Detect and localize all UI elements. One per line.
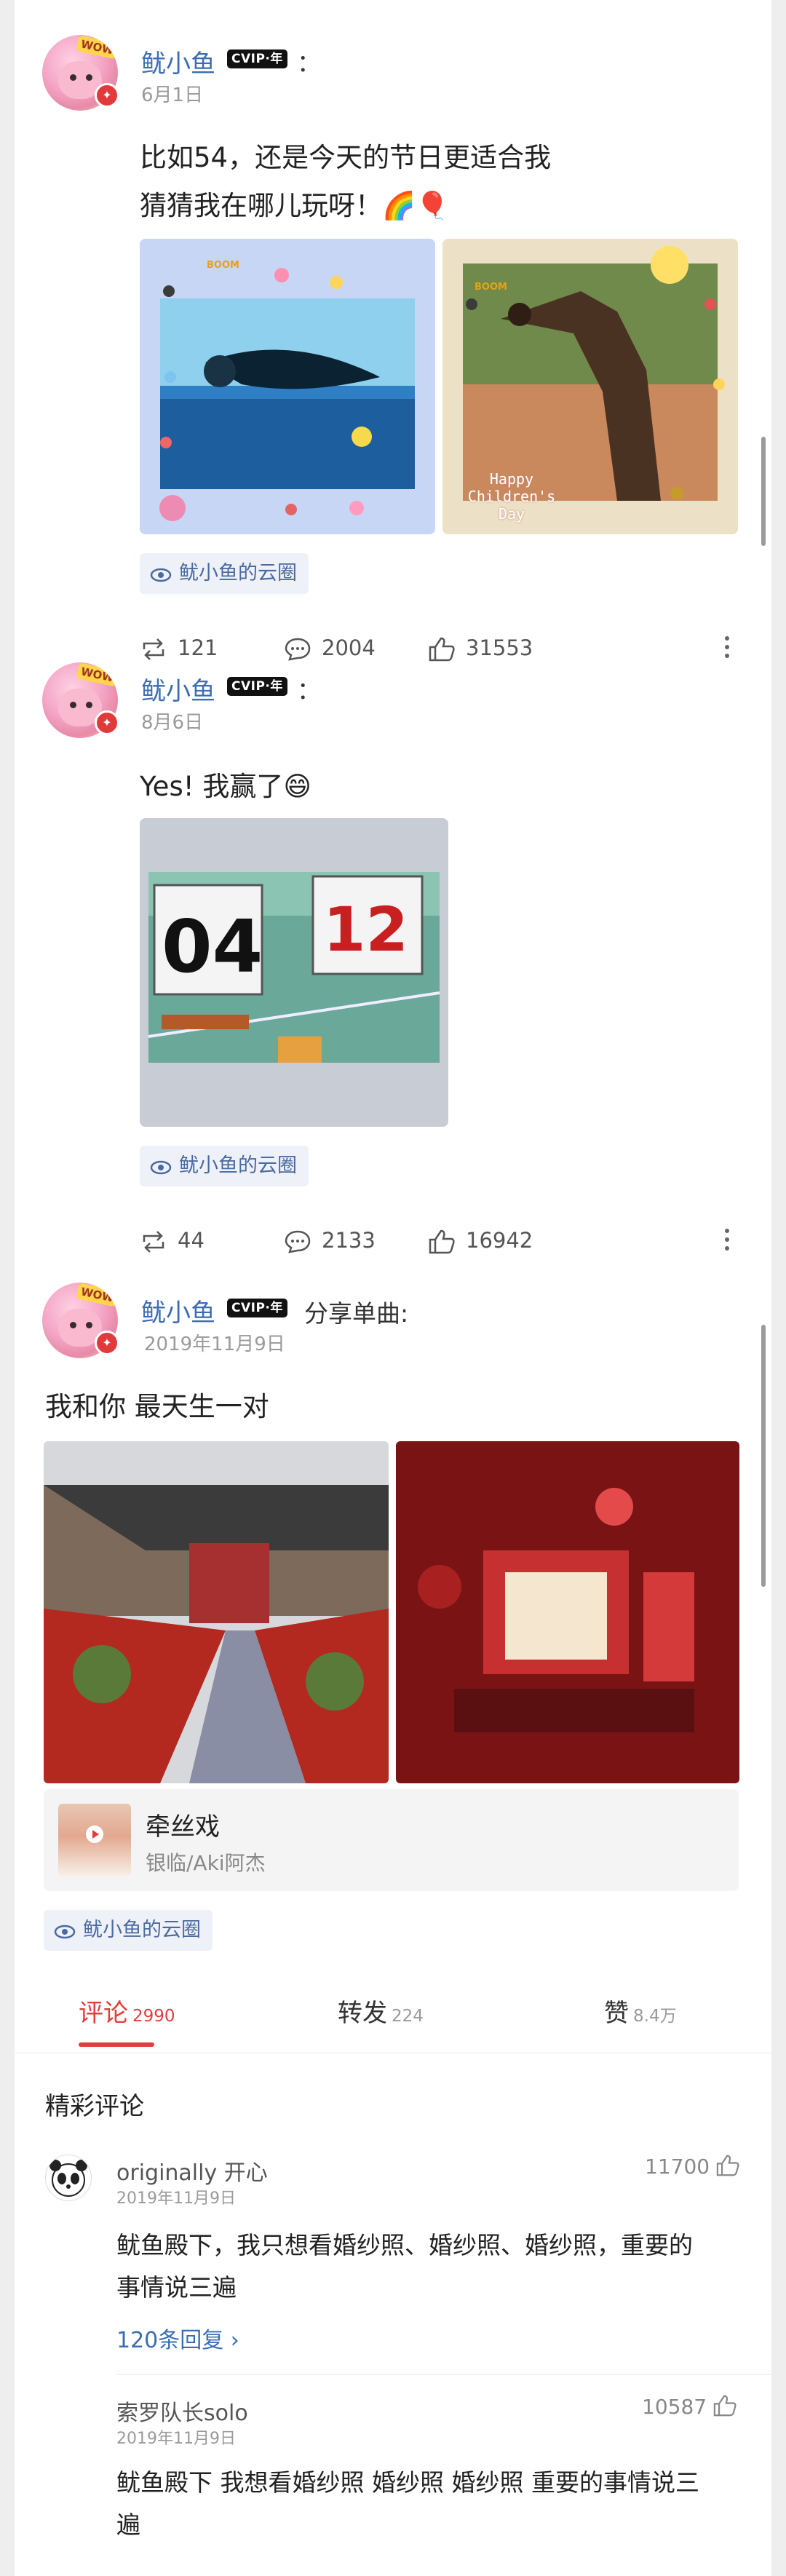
post-suffix: ：	[297, 49, 321, 77]
comment-author[interactable]: originally 开心	[116, 2155, 268, 2187]
comment-text-line: 事情说三遍	[116, 2273, 237, 2302]
post-text-line: 猜猜我在哪儿玩呀！🌈🎈	[140, 190, 450, 221]
post-text-line: Yes! 我赢了😄	[140, 771, 311, 802]
author-name[interactable]: 鱿小鱼	[141, 1293, 215, 1328]
view-replies-link[interactable]: 120条回复 ›	[116, 2322, 239, 2354]
svg-text:BOOM: BOOM	[207, 260, 239, 271]
circle-tag[interactable]: 鱿小鱼的云圈	[140, 553, 309, 594]
vip-badge: CVIP·年	[227, 49, 287, 68]
svg-text:BOOM: BOOM	[475, 282, 507, 293]
post-image-scoreboard[interactable]: 04 12	[140, 818, 448, 1127]
vip-badge: CVIP·年	[227, 1299, 287, 1317]
wedding-aisle-photo	[44, 1441, 389, 1783]
scrollbar[interactable]	[761, 437, 766, 546]
like-action[interactable]: 31553	[428, 633, 533, 662]
cloud-circle-icon	[150, 568, 172, 582]
like-action[interactable]: 16942	[428, 1226, 533, 1255]
swimmer-photo: BOOM	[140, 239, 435, 534]
post-text-line: 比如54，还是今天的节日更适合我	[140, 142, 552, 173]
verified-badge-icon: ✦	[95, 83, 119, 108]
post-date: 6月1日	[141, 84, 204, 106]
panda-avatar-icon	[49, 2160, 87, 2197]
comment-like-button[interactable]: 11700	[645, 2155, 740, 2179]
verified-badge-icon: ✦	[95, 710, 119, 735]
repost-action[interactable]: 44	[140, 1226, 205, 1255]
comment-author[interactable]: 索罗队长solo	[116, 2395, 248, 2427]
active-tab-indicator	[79, 2042, 154, 2047]
comment-avatar[interactable]	[45, 2155, 92, 2201]
thumb-up-icon	[429, 1229, 455, 1254]
feed-page: WOW ✦ 鱿小鱼 CVIP·年 ： 6月1日 比如54，还是今天的节日更适合我…	[15, 0, 771, 2576]
cloud-circle-icon	[54, 1925, 76, 1938]
circle-tag-label: 鱿小鱼的云圈	[179, 562, 297, 584]
author-name[interactable]: 鱿小鱼	[141, 671, 215, 707]
comment-text-line: 鱿鱼殿下 我想看婚纱照 婚纱照 婚纱照 重要的事情说三	[116, 2468, 699, 2497]
section-title: 精彩评论	[45, 2092, 144, 2121]
tab-reposts[interactable]: 转发 224	[338, 1993, 424, 2029]
post-image-giraffe[interactable]: BOOM Happy Children's Day	[442, 239, 738, 534]
vip-badge: CVIP·年	[227, 677, 287, 696]
scrollbar[interactable]	[761, 1325, 766, 1587]
post-suffix: 分享单曲:	[304, 1299, 409, 1328]
post-image-swimmer[interactable]: BOOM	[140, 239, 435, 534]
cloud-circle-icon	[150, 1160, 172, 1174]
image-caption: Happy Children's Day	[467, 470, 556, 523]
comment-date: 2019年11月9日	[116, 2430, 236, 2448]
thumb-up-icon	[429, 637, 455, 662]
verified-badge-icon: ✦	[95, 1331, 119, 1355]
circle-tag[interactable]: 鱿小鱼的云圈	[44, 1910, 213, 1951]
post-image-wedding-aisle[interactable]	[44, 1441, 389, 1783]
score-left: 04	[162, 904, 263, 989]
post-date: 2019年11月9日	[144, 1333, 285, 1355]
post-date: 8月6日	[141, 712, 204, 734]
author-name[interactable]: 鱿小鱼	[141, 44, 215, 79]
divider	[116, 2374, 771, 2375]
shared-song-card[interactable]: 牵丝戏 银临/Aki阿杰	[44, 1789, 739, 1891]
comment-icon	[285, 1230, 311, 1253]
comment-action[interactable]: 2004	[284, 633, 376, 662]
play-icon[interactable]	[86, 1826, 103, 1843]
detail-tabs: 评论 2990 转发 224 赞 8.4万	[15, 1980, 771, 2053]
circle-tag-label: 鱿小鱼的云圈	[83, 1919, 201, 1941]
repost-action[interactable]: 121	[140, 633, 218, 662]
repost-icon	[143, 638, 164, 660]
comment-action[interactable]: 2133	[284, 1226, 376, 1255]
song-artist: 银临/Aki阿杰	[146, 1851, 266, 1875]
wedding-decor-photo	[396, 1441, 739, 1783]
comment-text-line: 鱿鱼殿下，我只想看婚纱照、婚纱照、婚纱照，重要的	[116, 2231, 693, 2259]
more-options-icon[interactable]	[723, 1229, 731, 1258]
song-title: 牵丝戏	[146, 1812, 220, 1842]
tab-comments[interactable]: 评论 2990	[79, 1993, 175, 2029]
tab-likes[interactable]: 赞 8.4万	[604, 1993, 677, 2029]
circle-tag[interactable]: 鱿小鱼的云圈	[140, 1146, 309, 1186]
score-right: 12	[323, 894, 408, 965]
circle-tag-label: 鱿小鱼的云圈	[179, 1154, 297, 1177]
album-cover	[58, 1804, 131, 1876]
more-options-icon[interactable]	[723, 636, 731, 665]
thumb-up-icon	[713, 2395, 737, 2417]
comment-icon	[285, 638, 311, 661]
post-image-wedding-decor[interactable]	[396, 1441, 739, 1783]
post-suffix: ：	[297, 676, 321, 705]
post-text-line: 我和你 最天生一对	[45, 1391, 269, 1422]
repost-icon	[143, 1231, 164, 1253]
comment-date: 2019年11月9日	[116, 2189, 236, 2208]
thumb-up-icon	[716, 2155, 739, 2176]
comment-text-line: 遍	[116, 2510, 140, 2539]
comment-like-button[interactable]: 10587	[642, 2395, 737, 2419]
